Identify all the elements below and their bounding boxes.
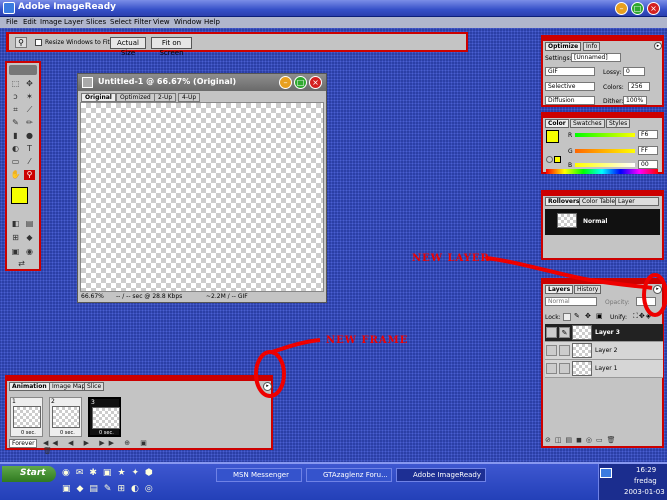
start-button[interactable]: Start — [2, 466, 56, 482]
taskbar-msn-messenger[interactable]: MSN Messenger — [216, 468, 302, 482]
clock-date: 2003-01-03 — [624, 488, 665, 496]
clock-time[interactable]: 16:29 — [636, 466, 656, 474]
tray-network-icon[interactable] — [600, 468, 612, 478]
new-frame-annotation: NEW FRAME — [326, 335, 409, 346]
annotation-marks — [254, 256, 667, 398]
quick-launch-top[interactable]: ◉✉✱▣★✦⬢ — [62, 468, 212, 480]
quick-launch-bottom[interactable]: ▣◆▤✎⊞◐◎ — [62, 484, 212, 496]
start-label: Start — [20, 468, 46, 478]
taskbar-imageready[interactable]: Adobe ImageReady — [396, 468, 486, 482]
taskbar-gtazaglenz[interactable]: GTAzaglenz Foru... — [306, 468, 392, 482]
clock-day: fredag — [634, 477, 657, 485]
new-layer-annotation: NEW LAYER — [412, 253, 490, 264]
